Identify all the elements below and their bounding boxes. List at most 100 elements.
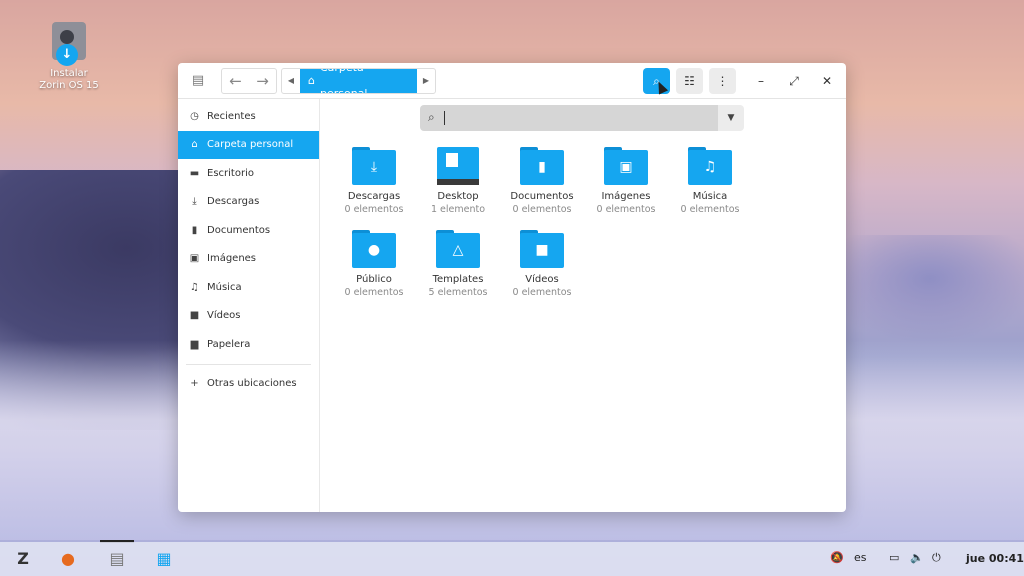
- file-grid: ⤓ Descargas 0 elementos Desktop 1 elemen…: [332, 147, 832, 313]
- sidebar-item-imagenes[interactable]: ▣ Imágenes: [178, 245, 319, 274]
- download-icon: ⤓: [192, 196, 197, 208]
- search-options-dropdown[interactable]: ▼: [718, 105, 744, 131]
- file-name: Música: [692, 191, 728, 202]
- folder-document-icon: ▮: [520, 147, 564, 185]
- search-bar: ⌕ ▼: [420, 105, 745, 131]
- software-store-icon[interactable]: ▦: [151, 547, 177, 571]
- file-count: 0 elementos: [680, 204, 740, 215]
- file-count: 0 elementos: [344, 204, 404, 215]
- file-name: Desktop: [437, 191, 479, 202]
- back-button[interactable]: ←: [222, 69, 249, 93]
- sidebar-item-descargas[interactable]: ⤓ Descargas: [178, 188, 319, 217]
- desktop-icon-install-zorin[interactable]: ↓ Instalar Zorin OS 15: [36, 22, 102, 92]
- minimize-button[interactable]: –: [752, 72, 770, 90]
- file-item-documentos[interactable]: ▮ Documentos 0 elementos: [500, 147, 584, 230]
- sidebar-item-videos[interactable]: ■ Vídeos: [178, 302, 319, 331]
- file-item-desktop[interactable]: Desktop 1 elemento: [416, 147, 500, 230]
- sidebar-item-label: Papelera: [207, 338, 251, 350]
- file-count: 0 elementos: [512, 287, 572, 298]
- sidebar-item-escritorio[interactable]: ▬ Escritorio: [178, 159, 319, 188]
- file-name: Imágenes: [601, 191, 651, 202]
- notifications-muted-icon[interactable]: 🔕: [830, 551, 844, 564]
- music-icon: ♫: [190, 281, 199, 293]
- folder-template-icon: △: [436, 230, 480, 268]
- zorin-menu-icon[interactable]: Z: [10, 547, 36, 571]
- file-name: Vídeos: [525, 274, 559, 285]
- file-item-publico[interactable]: ● Público 0 elementos: [332, 230, 416, 313]
- sidebar-item-label: Música: [207, 281, 242, 293]
- sidebar-divider: [186, 363, 311, 365]
- desktop-wallpaper-hill: [820, 235, 1024, 345]
- video-icon: ■: [189, 310, 200, 322]
- file-count: 0 elementos: [344, 287, 404, 298]
- keyboard-layout-indicator[interactable]: es: [854, 551, 867, 564]
- text-caret: [444, 111, 445, 125]
- sidebar-item-musica[interactable]: ♫ Música: [178, 273, 319, 302]
- path-current-location[interactable]: ⌂ Carpeta personal: [300, 69, 417, 93]
- home-icon: ⌂: [308, 74, 315, 87]
- view-toggle-button[interactable]: ☷: [676, 68, 703, 94]
- sidebar-item-label: Escritorio: [207, 167, 254, 179]
- firefox-icon[interactable]: ●: [55, 547, 81, 571]
- image-icon: ▣: [189, 253, 200, 265]
- sidebar-item-label: Documentos: [207, 224, 271, 236]
- file-count: 1 elemento: [430, 204, 486, 215]
- file-item-descargas[interactable]: ⤓ Descargas 0 elementos: [332, 147, 416, 230]
- folder-video-icon: ■: [520, 230, 564, 268]
- desktop-icon-label: Instalar Zorin OS 15: [39, 68, 99, 91]
- search-input[interactable]: ⌕: [420, 105, 718, 131]
- file-name: Descargas: [347, 191, 401, 202]
- sidebar-item-otras-ubicaciones[interactable]: + Otras ubicaciones: [178, 370, 319, 399]
- forward-button[interactable]: →: [249, 69, 276, 93]
- power-icon[interactable]: ⏻: [932, 551, 941, 565]
- folder-download-icon: ⤓: [352, 147, 396, 185]
- files-app-icon[interactable]: ▤: [104, 547, 130, 571]
- folder-image-icon: ▣: [604, 147, 648, 185]
- file-manager-icon: ▤: [191, 73, 205, 88]
- folder-desktop-icon: [437, 147, 479, 185]
- sidebar-item-documentos[interactable]: ▮ Documentos: [178, 216, 319, 245]
- display-icon[interactable]: ▭: [889, 551, 899, 564]
- sidebar-item-carpeta-personal[interactable]: ⌂ Carpeta personal: [178, 130, 319, 159]
- plus-icon: +: [190, 378, 199, 390]
- sidebar-item-label: Carpeta personal: [207, 139, 294, 151]
- file-manager-window: ▤ ← → ◀ ⌂ Carpeta personal ▶ ⌕ ☷ ⋮ – ⤢ ✕…: [178, 63, 846, 512]
- file-count: 0 elementos: [512, 204, 572, 215]
- desktop-icon: ▬: [189, 167, 200, 179]
- sidebar-item-label: Descargas: [207, 196, 260, 208]
- volume-icon[interactable]: 🔈: [910, 551, 924, 564]
- path-current-label: Carpeta personal: [319, 69, 368, 94]
- header-bar: ▤ ← → ◀ ⌂ Carpeta personal ▶ ⌕ ☷ ⋮ – ⤢ ✕: [178, 63, 846, 99]
- navigation-buttons: ← →: [221, 68, 277, 94]
- document-icon: ▮: [191, 224, 198, 236]
- file-item-imagenes[interactable]: ▣ Imágenes 0 elementos: [584, 147, 668, 230]
- sidebar-item-label: Imágenes: [207, 253, 257, 265]
- maximize-button[interactable]: ⤢: [785, 72, 803, 90]
- sidebar-item-label: Recientes: [207, 110, 256, 122]
- file-count: 0 elementos: [596, 204, 656, 215]
- sidebar-item-label: Vídeos: [207, 310, 241, 322]
- home-icon: ⌂: [191, 139, 198, 151]
- sidebar-item-recientes[interactable]: ◷ Recientes: [178, 102, 319, 131]
- path-right-arrow[interactable]: ▶: [417, 69, 435, 93]
- file-item-videos[interactable]: ■ Vídeos 0 elementos: [500, 230, 584, 313]
- folder-music-icon: ♫: [688, 147, 732, 185]
- search-icon: ⌕: [428, 110, 435, 124]
- file-count: 5 elementos: [428, 287, 488, 298]
- clock-icon: ◷: [190, 110, 199, 122]
- sidebar-item-label: Otras ubicaciones: [207, 378, 297, 390]
- file-item-musica[interactable]: ♫ Música 0 elementos: [668, 147, 752, 230]
- path-bar: ◀ ⌂ Carpeta personal ▶: [281, 68, 436, 94]
- taskbar: Z ● ▤ ▦ 🔕 es ▭ 🔈 ⏻ jue 00:41: [0, 542, 1024, 576]
- close-button[interactable]: ✕: [818, 72, 836, 90]
- clock[interactable]: jue 00:41: [966, 552, 1024, 565]
- file-name: Documentos: [510, 191, 574, 202]
- trash-icon: ▆: [190, 338, 199, 350]
- file-item-templates[interactable]: △ Templates 5 elementos: [416, 230, 500, 313]
- download-badge-icon: ↓: [56, 44, 78, 66]
- menu-button[interactable]: ⋮: [709, 68, 736, 94]
- sidebar-item-papelera[interactable]: ▆ Papelera: [178, 330, 319, 359]
- folder-person-icon: ●: [352, 230, 396, 268]
- file-name: Templates: [432, 274, 484, 285]
- path-left-arrow[interactable]: ◀: [282, 69, 300, 93]
